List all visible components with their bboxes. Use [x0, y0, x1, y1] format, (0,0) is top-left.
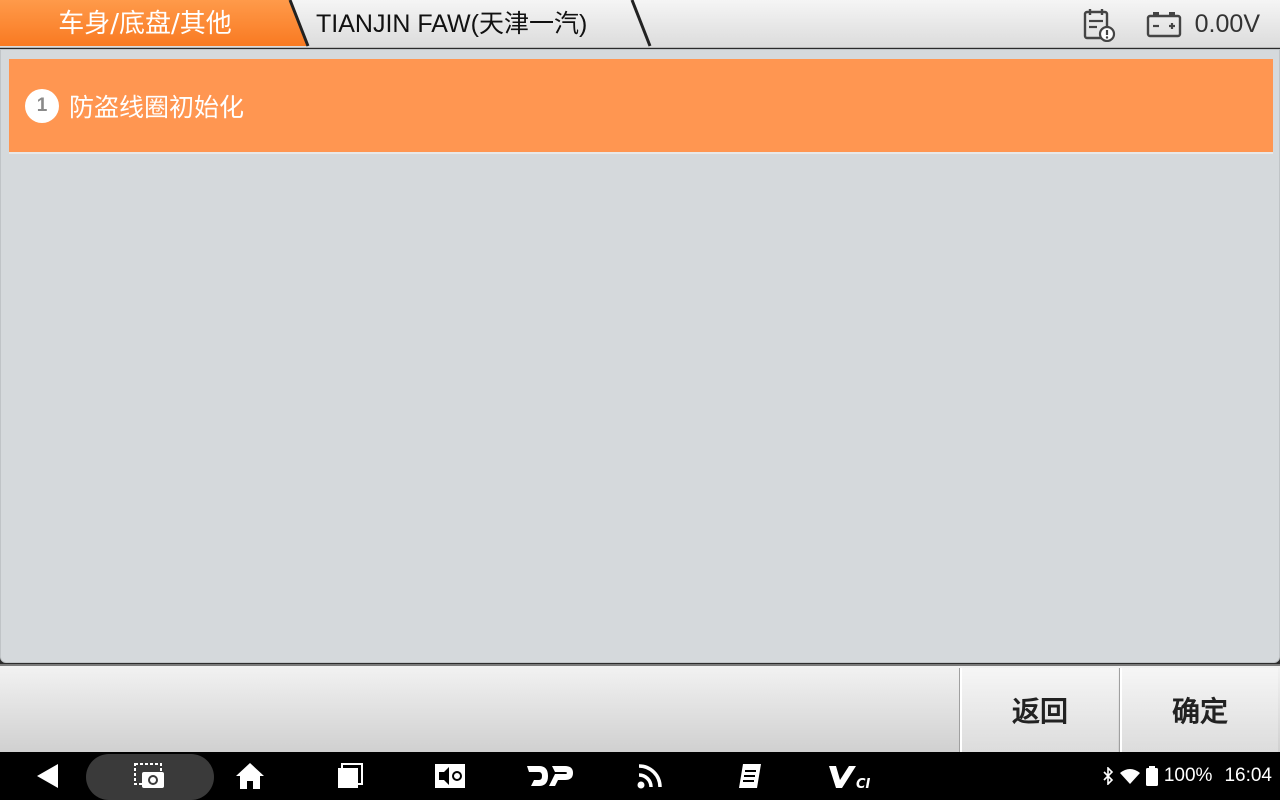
wifi-signal-icon[interactable] [632, 752, 668, 800]
breadcrumb-category[interactable]: 车身/底盘/其他 [0, 0, 310, 48]
breadcrumb-current[interactable]: TIANJIN FAW(天津一汽) [290, 0, 660, 48]
confirm-button[interactable]: 确定 [1120, 668, 1278, 752]
wifi-icon [1119, 768, 1140, 784]
dp-icon[interactable] [524, 752, 576, 800]
notes-icon[interactable] [732, 752, 768, 800]
battery-percent: 100% [1163, 765, 1213, 786]
brightness-icon[interactable] [430, 752, 470, 800]
report-icon[interactable] [1080, 6, 1116, 43]
status-area: 100% 16:04 [1102, 752, 1272, 800]
back-button[interactable]: 返回 [960, 668, 1118, 752]
recent-apps-icon[interactable] [332, 752, 368, 800]
list-item-number: 1 [25, 88, 59, 123]
screenshot-icon[interactable] [130, 752, 170, 800]
svg-text:CI: CI [856, 777, 871, 790]
system-nav-bar: CI 100% 16:04 [0, 752, 1280, 800]
list-item-label: 防盗线圈初始化 [69, 92, 245, 122]
bluetooth-icon [1102, 767, 1114, 785]
clock: 16:04 [1224, 765, 1272, 786]
battery-icon [1145, 766, 1158, 786]
function-list-panel: 1 防盗线圈初始化 [0, 49, 1280, 663]
list-item[interactable]: 1 防盗线圈初始化 [9, 59, 1273, 154]
battery-voltage: 0.00V [1194, 10, 1260, 38]
back-icon[interactable] [30, 752, 66, 800]
car-battery-icon [1144, 6, 1184, 42]
vci-icon[interactable]: CI [826, 752, 874, 800]
home-icon[interactable] [232, 752, 268, 800]
breadcrumb-current-label: TIANJIN FAW(天津一汽) [316, 10, 588, 38]
breadcrumb-category-label: 车身/底盘/其他 [58, 9, 232, 39]
bottom-toolbar: 返回 确定 [0, 664, 1280, 752]
header-bar: 车身/底盘/其他 TIANJIN FAW(天津一汽) 0.00V [0, 0, 1280, 48]
